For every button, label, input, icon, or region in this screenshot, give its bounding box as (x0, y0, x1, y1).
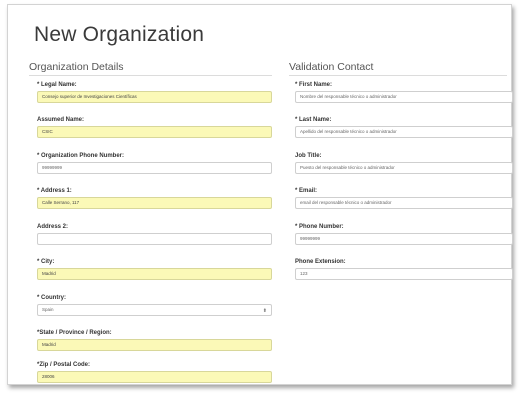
job-title-field: Job Title: Puesto del responsable técnic… (295, 153, 513, 174)
assumed-name-input[interactable]: CSIC (37, 126, 272, 138)
legal-name-input[interactable]: Consejo superior de Investigaciones Cien… (37, 91, 272, 103)
state-province-region-label: *State / Province / Region: (37, 330, 112, 336)
phone-number-label: * Phone Number: (295, 224, 344, 230)
last-name-field: * Last Name: Apellido del responsable té… (295, 117, 513, 138)
zip-postal-code-field: *Zip / Postal Code: 28006 (37, 362, 272, 383)
job-title-label: Job Title: (295, 153, 322, 159)
zip-postal-code-label: *Zip / Postal Code: (37, 362, 91, 368)
assumed-name-field: Assumed Name: CSIC (37, 117, 272, 138)
country-field: * Country: Spain ⬍ (37, 295, 272, 316)
city-field: * City: Madrid (37, 259, 272, 280)
address-2-field: Address 2: (37, 224, 272, 245)
address-1-label: * Address 1: (37, 188, 72, 194)
organization-phone-field: * Organization Phone Number: 99999999 (37, 153, 272, 174)
phone-extension-label: Phone Extension: (295, 259, 346, 265)
country-label: * Country: (37, 295, 66, 301)
address-2-input[interactable] (37, 233, 272, 245)
email-label: * Email: (295, 188, 318, 194)
address-1-input[interactable]: Calle Serrano, 117 (37, 197, 272, 209)
legal-name-label: * Legal Name: (37, 82, 77, 88)
last-name-input[interactable]: Apellido del responsable técnico o admin… (295, 126, 513, 138)
phone-extension-input[interactable]: 123 (295, 268, 513, 280)
phone-extension-field: Phone Extension: 123 (295, 259, 513, 280)
zip-postal-code-input[interactable]: 28006 (37, 371, 272, 383)
state-province-region-field: *State / Province / Region: Madrid (37, 330, 272, 351)
organization-details-heading: Organization Details (29, 61, 124, 73)
new-organization-form-window: New Organization Organization Details * … (7, 4, 513, 385)
organization-phone-input[interactable]: 99999999 (37, 162, 272, 174)
email-field: * Email: email del responsable técnico o… (295, 188, 513, 209)
phone-number-input[interactable]: 99999999 (295, 233, 513, 245)
state-province-region-input[interactable]: Madrid (37, 339, 272, 351)
last-name-label: * Last Name: (295, 117, 332, 123)
validation-contact-heading: Validation Contact (289, 61, 374, 73)
first-name-field: * First Name: Nombre del responsable téc… (295, 82, 513, 103)
city-input[interactable]: Madrid (37, 268, 272, 280)
assumed-name-label: Assumed Name: (37, 117, 85, 123)
job-title-input[interactable]: Puesto del responsable técnico o adminis… (295, 162, 513, 174)
email-input[interactable]: email del responsable técnico o administ… (295, 197, 513, 209)
organization-phone-label: * Organization Phone Number: (37, 153, 125, 159)
country-select-value: Spain (42, 307, 54, 312)
address-1-field: * Address 1: Calle Serrano, 117 (37, 188, 272, 209)
city-label: * City: (37, 259, 55, 265)
first-name-input[interactable]: Nombre del responsable técnico o adminis… (295, 91, 513, 103)
phone-number-field: * Phone Number: 99999999 (295, 224, 513, 245)
first-name-label: * First Name: (295, 82, 333, 88)
legal-name-field: * Legal Name: Consejo superior de Invest… (37, 82, 272, 103)
up-down-caret-icon: ⬍ (262, 308, 267, 314)
organization-details-divider (29, 75, 272, 76)
validation-contact-divider (289, 75, 507, 76)
country-select[interactable]: Spain ⬍ (37, 304, 272, 316)
address-2-label: Address 2: (37, 224, 69, 230)
page-title: New Organization (34, 23, 205, 46)
